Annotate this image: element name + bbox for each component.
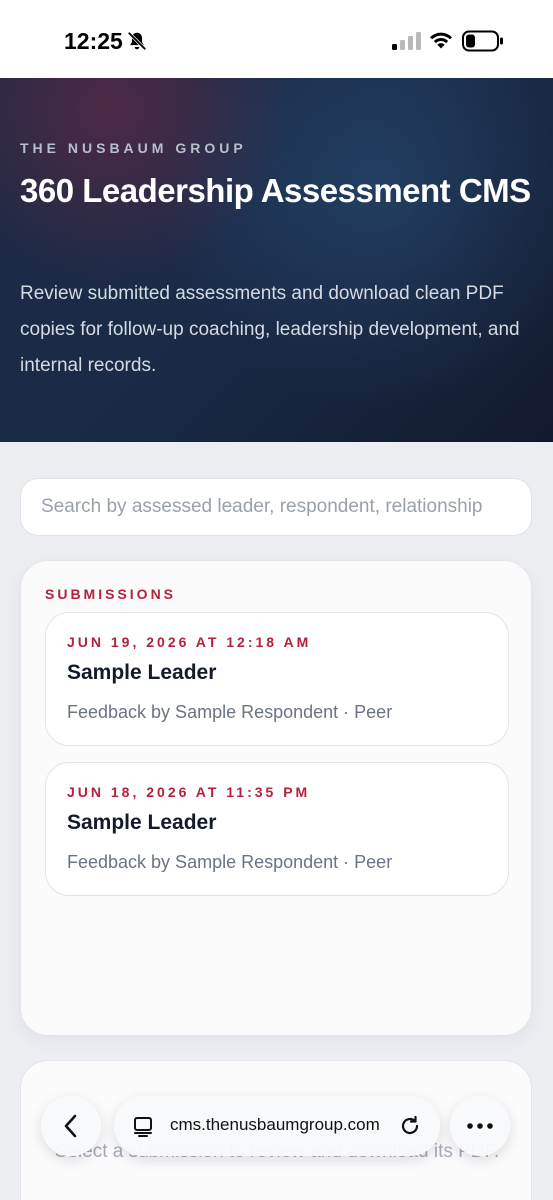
status-bar: 12:25 (0, 0, 553, 78)
submission-meta: Feedback by Sample Respondent · Peer (67, 852, 393, 872)
search-box[interactable] (20, 478, 532, 536)
submission-date: JUN 18, 2026 AT 11:35 PM (67, 784, 311, 800)
ellipsis-icon (467, 1123, 493, 1129)
submission-item[interactable]: JUN 18, 2026 AT 11:35 PM Sample Leader F… (45, 762, 509, 896)
submission-item[interactable]: JUN 19, 2026 AT 12:18 AM Sample Leader F… (45, 612, 509, 746)
submissions-card: SUBMISSIONS JUN 19, 2026 AT 12:18 AM Sam… (20, 560, 532, 1036)
submission-meta: Feedback by Sample Respondent · Peer (67, 702, 393, 722)
wifi-icon (430, 32, 452, 49)
cellular-signal-icon (392, 32, 421, 50)
url-text: cms.thenusbaumgroup.com (170, 1115, 380, 1134)
address-bar[interactable]: cms.thenusbaumgroup.com (114, 1096, 440, 1156)
hero-header: THE NUSBAUM GROUP 360 Leadership Assessm… (0, 78, 553, 442)
battery-icon (462, 30, 503, 52)
more-options-button[interactable] (450, 1096, 510, 1156)
assessed-leader-name: Sample Leader (67, 811, 217, 834)
back-button[interactable] (41, 1096, 101, 1156)
chevron-left-icon (64, 1114, 77, 1138)
bell-slash-icon (127, 31, 147, 51)
submissions-label: SUBMISSIONS (45, 586, 177, 602)
reader-mode-icon (134, 1117, 152, 1137)
reload-icon[interactable] (398, 1114, 422, 1138)
organization-name: THE NUSBAUM GROUP (20, 140, 247, 156)
submission-date: JUN 19, 2026 AT 12:18 AM (67, 634, 312, 650)
page-description: Review submitted assessments and downloa… (20, 283, 520, 376)
search-input[interactable] (21, 479, 531, 535)
page-title: 360 Leadership Assessment CMS (20, 172, 531, 209)
assessed-leader-name: Sample Leader (67, 661, 217, 684)
status-time: 12:25 (64, 28, 123, 54)
